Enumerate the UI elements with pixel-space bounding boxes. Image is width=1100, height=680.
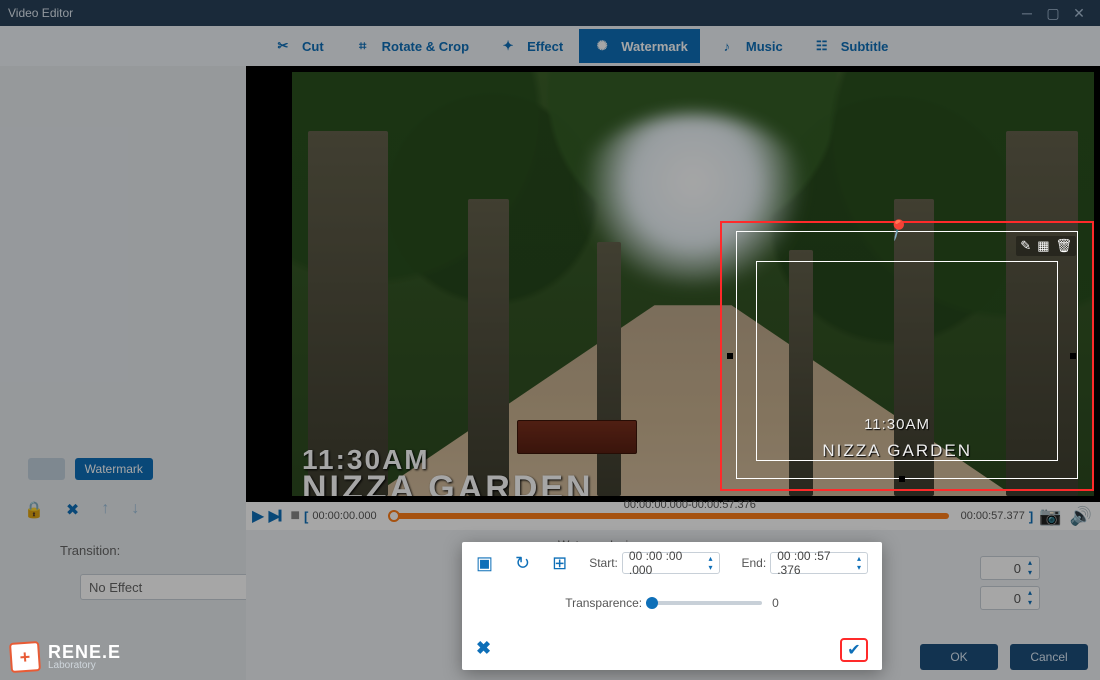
transition-value: No Effect (89, 580, 142, 595)
transition-label: Transition: (60, 543, 120, 558)
overlay-title: NIZZA GARDEN (302, 469, 594, 496)
left-sidebar: Watermark 🔒 ✖ ↑ ↓ Transition: No Effect … (0, 66, 246, 680)
grid-icon[interactable]: ⊞ (552, 553, 567, 574)
end-label: End: (742, 556, 767, 570)
playbar-time-end: 00:00:57.377 (961, 510, 1025, 522)
height-spinner[interactable]: 0 ▴▾ (980, 586, 1040, 610)
tab-cut[interactable]: ✂ Cut (260, 29, 336, 63)
music-icon: ♪ (716, 35, 738, 57)
edit-icon[interactable]: ✎ (1020, 238, 1031, 254)
close-button[interactable]: ✕ (1066, 3, 1092, 23)
width-value: 0 (1014, 561, 1021, 576)
brand-logo: + RENE.E Laboratory (10, 642, 121, 672)
logo-badge-icon: + (9, 641, 41, 673)
resize-handle-s[interactable] (899, 476, 905, 482)
app-window: Video Editor ─ ▢ ✕ ✂ Cut ⌗ Rotate & Crop… (0, 0, 1100, 680)
arrow-up-icon[interactable]: ↑ (101, 500, 109, 520)
ok-button[interactable]: OK (920, 644, 998, 670)
transparence-slider[interactable] (652, 601, 762, 605)
image-icon[interactable]: ▦ (1037, 238, 1049, 254)
snapshot-button[interactable]: 📷 (1037, 506, 1063, 527)
popup-confirm-button[interactable]: ✔ (840, 638, 868, 662)
play-button[interactable]: ▶ (252, 506, 264, 526)
resize-handle-w[interactable] (727, 353, 733, 359)
resize-handle-e[interactable] (1070, 353, 1076, 359)
timeline-track[interactable]: 00:00:00.000-00:00:57.376 (389, 513, 949, 519)
tab-music[interactable]: ♪ Music (704, 29, 795, 63)
watermark-caption-title: NIZZA GARDEN (822, 441, 972, 461)
spinner-arrows-icon[interactable]: ▴▾ (705, 554, 717, 572)
arrow-down-icon[interactable]: ↓ (131, 500, 139, 520)
watermark-time-popup: ▣ ↻ ⊞ Start: 00 :00 :00 .000 ▴▾ End: 00 … (462, 542, 882, 670)
subtitle-icon: ☷ (811, 35, 833, 57)
refresh-icon[interactable]: ↻ (515, 553, 530, 574)
spinner-arrows-icon[interactable]: ▴▾ (853, 554, 865, 572)
step-button[interactable]: ▶▍ (268, 506, 286, 526)
scissors-icon: ✂ (272, 35, 294, 57)
crop-tool-icon[interactable]: ▣ (476, 553, 493, 574)
watermark-mini-toolbar: ✎ ▦ 🗑 (1016, 236, 1076, 256)
tab-effect[interactable]: ✦ Effect (485, 29, 575, 63)
start-time-input[interactable]: 00 :00 :00 .000 ▴▾ (622, 552, 720, 574)
logo-subtext: Laboratory (48, 661, 121, 671)
playback-bar: ▶ ▶▍ ■ [ 00:00:00.000 00:00:00.000-00:00… (246, 502, 1100, 530)
wand-icon: ✦ (497, 35, 519, 57)
trash-icon[interactable]: 🗑 (1055, 238, 1072, 254)
video-canvas[interactable]: 11:30AM NIZZA GARDEN 📍 ✎ ▦ 🗑 11:30AM NIZ… (246, 66, 1100, 502)
tab-cut-label: Cut (302, 39, 324, 54)
app-title: Video Editor (8, 6, 73, 20)
tab-music-label: Music (746, 39, 783, 54)
toolbar: ✂ Cut ⌗ Rotate & Crop ✦ Effect ✺ Waterma… (0, 26, 1100, 66)
watermark-caption-time: 11:30AM (864, 416, 930, 433)
tab-subtitle-label: Subtitle (841, 39, 889, 54)
tab-rotate-label: Rotate & Crop (382, 39, 469, 54)
tab-watermark-label: Watermark (621, 39, 688, 54)
spinner-arrows-icon[interactable]: ▴▾ (1023, 588, 1037, 608)
tab-effect-label: Effect (527, 39, 563, 54)
lock-icon[interactable]: 🔒 (24, 500, 44, 520)
stop-button[interactable]: ■ (290, 507, 300, 525)
playbar-range: 00:00:00.000-00:00:57.376 (624, 499, 756, 511)
maximize-button[interactable]: ▢ (1040, 3, 1066, 23)
sidebar-watermark-button[interactable]: Watermark (75, 458, 153, 480)
height-value: 0 (1014, 591, 1021, 606)
transparence-value: 0 (772, 596, 779, 610)
spinner-arrows-icon[interactable]: ▴▾ (1023, 558, 1037, 578)
transparence-thumb[interactable] (646, 597, 658, 609)
placeholder-button[interactable] (28, 458, 65, 480)
end-time-value: 00 :00 :57 .376 (777, 549, 851, 577)
start-label: Start: (589, 556, 618, 570)
delete-icon[interactable]: ✖ (66, 500, 79, 520)
watermark-icon: ✺ (591, 35, 613, 57)
width-spinner[interactable]: 0 ▴▾ (980, 556, 1040, 580)
popup-cancel-icon[interactable]: ✖ (476, 638, 491, 662)
dialog-footer: OK Cancel (920, 644, 1088, 670)
playbar-time-start: 00:00:00.000 (312, 510, 376, 522)
tab-watermark[interactable]: ✺ Watermark (579, 29, 700, 63)
end-time-input[interactable]: 00 :00 :57 .376 ▴▾ (770, 552, 868, 574)
logo-text: RENE.E (48, 643, 121, 661)
tab-rotate-crop[interactable]: ⌗ Rotate & Crop (340, 29, 481, 63)
timeline-thumb[interactable] (388, 510, 400, 522)
crop-icon: ⌗ (352, 35, 374, 57)
tab-subtitle[interactable]: ☷ Subtitle (799, 29, 901, 63)
cancel-button[interactable]: Cancel (1010, 644, 1088, 670)
volume-button[interactable]: 🔊 (1068, 506, 1094, 527)
minimize-button[interactable]: ─ (1014, 3, 1040, 23)
transparence-label: Transparence: (565, 596, 642, 610)
titlebar: Video Editor ─ ▢ ✕ (0, 0, 1100, 26)
start-time-value: 00 :00 :00 .000 (629, 549, 703, 577)
